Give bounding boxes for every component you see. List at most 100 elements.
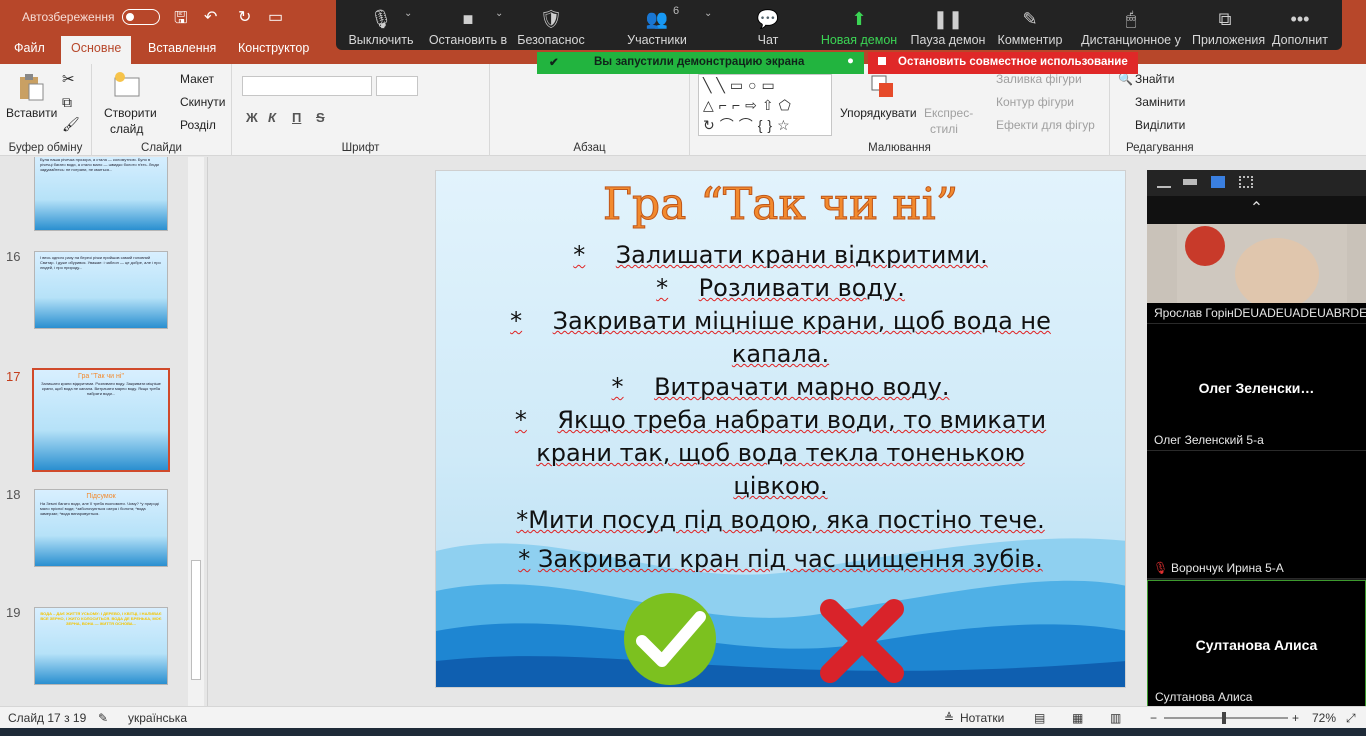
participants-button[interactable]: 👥 Участники xyxy=(622,0,692,50)
replace-button[interactable]: Замінити xyxy=(1135,95,1185,109)
slide-text-line: капала. xyxy=(731,340,830,368)
redo-icon[interactable]: ↻ xyxy=(238,7,251,27)
apps-button[interactable]: ⧉ Приложения xyxy=(1192,0,1265,50)
normal-view-icon[interactable]: ▤ xyxy=(1034,711,1045,725)
fit-to-window-icon[interactable]: ⤢ xyxy=(1346,711,1356,726)
slide-number: 16 xyxy=(6,249,21,264)
slide-bullet-line: * Закривати кран під час щищення зубів. xyxy=(518,545,1043,573)
chat-button[interactable]: 💬 Чат xyxy=(742,0,794,50)
stop-share-button[interactable]: Остановить совместное использование xyxy=(868,52,1138,74)
paste-icon[interactable] xyxy=(16,72,46,102)
zoom-in-icon[interactable]: + xyxy=(1292,711,1299,725)
new-slide-label-2[interactable]: слайд xyxy=(110,122,143,136)
copy-icon[interactable]: ⧉ xyxy=(62,94,72,111)
paste-button[interactable]: Вставити xyxy=(6,106,57,120)
single-view-icon[interactable] xyxy=(1183,179,1197,185)
save-icon[interactable]: 🖫 xyxy=(174,7,188,34)
notes-button[interactable]: Нотатки xyxy=(960,711,1004,725)
chat-icon: 💬 xyxy=(756,9,780,29)
new-slide-label-1[interactable]: Створити xyxy=(104,106,157,120)
status-bar: Слайд 17 з 19 ✎ українська ≜ Нотатки ▤ ▦… xyxy=(0,706,1366,728)
group-slides: Створити слайд Макет Скинути Розділ Слай… xyxy=(92,64,232,156)
find-icon[interactable]: 🔍 xyxy=(1118,72,1133,86)
zoom-out-icon[interactable]: − xyxy=(1150,711,1157,725)
muted-microphone-icon: 🎙 xyxy=(1153,561,1169,575)
autosave-toggle[interactable] xyxy=(122,9,160,25)
participant-tile[interactable]: Олег Зеленски… Олег Зеленский 5-а xyxy=(1147,324,1366,451)
shape-fill-button[interactable]: Заливка фігури xyxy=(996,72,1082,86)
chevron-down-icon[interactable]: ⌄ xyxy=(495,8,503,19)
strike-button[interactable]: S xyxy=(316,110,325,125)
cut-icon[interactable]: ✂ xyxy=(62,70,75,88)
participant-tile[interactable]: Ворончук Ирина 5-А 🎙 xyxy=(1147,451,1366,579)
pause-share-button[interactable]: ❚❚ Пауза демон xyxy=(908,0,988,50)
mouse-icon: 🖱 xyxy=(1125,9,1137,29)
slide-thumbnail[interactable]: Була наша річечка прозора, а стала — кол… xyxy=(34,157,168,231)
layout-button[interactable]: Макет xyxy=(180,72,214,86)
underline-button[interactable]: П xyxy=(292,110,301,125)
slide-thumbnail[interactable]: ВОДА – ДАЄ ЖИТТЯ УСЬОМУ: І ДЕРЕВО, І КВІ… xyxy=(34,607,168,685)
slide-thumbnail-active[interactable]: Гра "Так чи ні" Залишати крани відкритим… xyxy=(32,368,170,472)
zoom-level[interactable]: 72% xyxy=(1312,711,1336,725)
zoom-slider[interactable] xyxy=(1164,712,1288,724)
chevron-down-icon[interactable]: ⌄ xyxy=(404,8,412,19)
bold-button[interactable]: Ж xyxy=(246,110,258,125)
section-button[interactable]: Розділ xyxy=(180,118,216,132)
participants-count: 6 xyxy=(673,5,680,17)
tab-file[interactable]: Файл xyxy=(14,41,45,55)
tab-home[interactable]: Основне xyxy=(61,36,132,64)
quick-styles-label-1[interactable]: Експрес- xyxy=(924,106,973,120)
slide-bullet-line: * Якщо треба набрати води, то вмикати xyxy=(514,406,1047,434)
cross-icon xyxy=(820,599,904,683)
slide-thumbnails-pane: Була наша річечка прозора, а стала — кол… xyxy=(0,157,208,706)
present-icon[interactable]: ▭ xyxy=(268,7,283,27)
tab-insert[interactable]: Вставлення xyxy=(148,41,216,55)
annotate-button[interactable]: ✎ Комментир xyxy=(992,0,1068,50)
find-button[interactable]: Знайти xyxy=(1135,72,1174,86)
autosave-label: Автозбереження xyxy=(22,10,115,24)
slide-thumbnail[interactable]: Підсумок На Землі багато води, але її тр… xyxy=(34,489,168,567)
tab-design[interactable]: Конструктор xyxy=(238,41,309,55)
quick-styles-label-2[interactable]: стилі xyxy=(930,122,958,136)
slide-number: 19 xyxy=(6,605,21,620)
slide-bullet-line: * Залишати крани відкритими. xyxy=(573,241,988,269)
shield-icon: 🛡 xyxy=(539,9,563,29)
new-slide-icon[interactable] xyxy=(112,70,142,100)
shape-outline-button[interactable]: Контур фігури xyxy=(996,95,1074,109)
spellcheck-icon[interactable]: ✎ xyxy=(98,711,108,725)
remote-control-button[interactable]: 🖱 Дистанционное у xyxy=(1074,0,1188,50)
security-button[interactable]: 🛡 Безопаснос xyxy=(516,0,586,50)
undo-icon[interactable]: ↶ xyxy=(204,7,217,27)
participant-name: Ворончук Ирина 5-А xyxy=(1171,561,1284,575)
italic-button[interactable]: К xyxy=(268,110,276,125)
ribbon: Вставити ✂ ⧉ 🖌 Буфер обміну Створити сла… xyxy=(0,64,1366,156)
participant-tile[interactable]: Ярослав ГорінDEUADEUADEUABRDEUA❤ xyxy=(1147,224,1366,324)
slide-thumbnail[interactable]: І весь одного разу на березі річки прийш… xyxy=(34,251,168,329)
new-share-button[interactable]: ⬆ Новая демон xyxy=(820,0,898,50)
chevron-down-icon[interactable]: ⌄ xyxy=(704,8,712,19)
arrange-icon[interactable] xyxy=(868,72,898,102)
minimize-icon[interactable] xyxy=(1157,176,1171,188)
strip-view-icon[interactable] xyxy=(1211,176,1225,188)
sorter-view-icon[interactable]: ▦ xyxy=(1072,711,1083,725)
select-button[interactable]: Виділити xyxy=(1135,118,1185,132)
reading-view-icon[interactable]: ▥ xyxy=(1110,711,1121,725)
shape-effects-button[interactable]: Ефекти для фігур xyxy=(996,118,1095,132)
scroll-up-icon[interactable]: ⌃ xyxy=(1147,196,1366,224)
share-banner: ✔ Вы запустили демонстрацию экрана ● xyxy=(537,52,864,74)
format-painter-icon[interactable]: 🖌 xyxy=(62,116,80,133)
grid-view-icon[interactable] xyxy=(1239,176,1253,188)
current-slide[interactable]: Гра “Так чи ні” * Залишати крани відкрит… xyxy=(435,170,1126,688)
slide-bullet-line: * Закривати міцніше крани, щоб вода не xyxy=(510,307,1051,335)
notes-icon: ≜ xyxy=(944,711,955,725)
font-size-input[interactable] xyxy=(376,76,418,96)
slide-text-line: цівкою. xyxy=(733,472,828,500)
reset-button[interactable]: Скинути xyxy=(180,95,225,109)
more-button[interactable]: ••• Дополнит xyxy=(1262,0,1338,50)
thumbnails-scrollbar[interactable] xyxy=(188,157,204,706)
language-label[interactable]: українська xyxy=(128,711,187,725)
participant-tile-active-speaker[interactable]: Султанова Алиса Султанова Алиса xyxy=(1147,580,1366,708)
group-editing: 🔍 Знайти Замінити Виділити Редагування xyxy=(1110,64,1366,156)
arrange-button[interactable]: Упорядкувати xyxy=(840,106,917,120)
font-family-input[interactable] xyxy=(242,76,372,96)
